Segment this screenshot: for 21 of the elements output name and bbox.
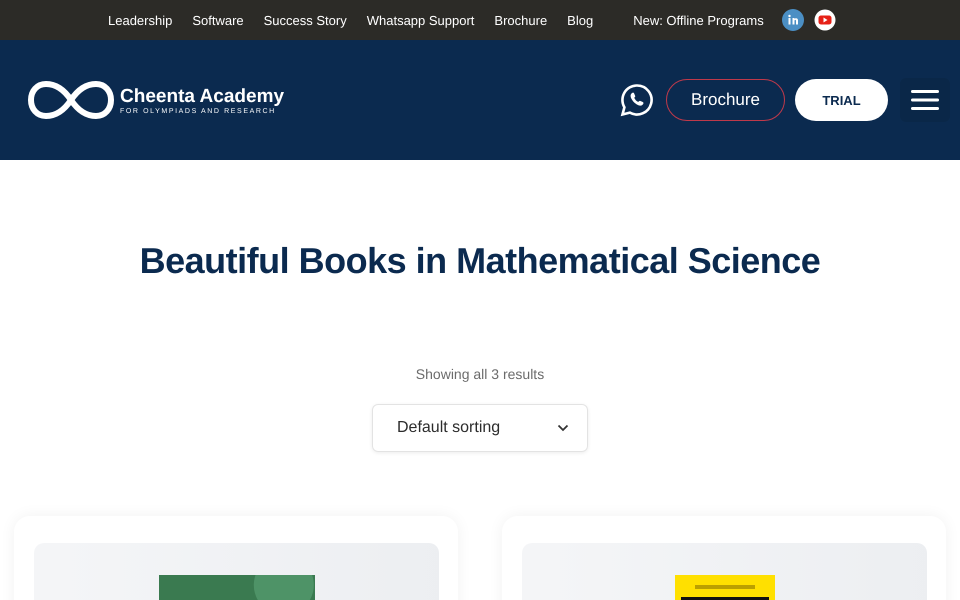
- whatsapp-icon[interactable]: [620, 83, 654, 117]
- top-nav-link[interactable]: Software: [192, 12, 244, 28]
- page-title: Beautiful Books in Mathematical Science: [140, 240, 820, 282]
- result-count: Showing all 3 results: [416, 366, 544, 382]
- sorting-dropdown[interactable]: Default sorting: [372, 404, 588, 452]
- brochure-button[interactable]: Brochure: [666, 79, 785, 121]
- top-nav-link[interactable]: Leadership: [108, 12, 172, 28]
- top-nav-link[interactable]: Blog: [567, 12, 594, 28]
- top-nav-link[interactable]: Success Story: [264, 12, 347, 28]
- chevron-down-icon: [557, 424, 569, 432]
- promo-link[interactable]: New: Offline Programs: [633, 12, 764, 28]
- top-nav-link[interactable]: Whatsapp Support: [366, 12, 474, 28]
- menu-button[interactable]: [900, 78, 950, 122]
- product-card[interactable]: [14, 516, 458, 600]
- brand-name: Cheenta Academy: [120, 86, 284, 108]
- trial-button[interactable]: TRIAL: [795, 79, 888, 121]
- menu-icon: [911, 90, 939, 110]
- top-nav-link[interactable]: Brochure: [494, 12, 548, 28]
- linkedin-icon[interactable]: [782, 9, 804, 31]
- youtube-icon[interactable]: [814, 9, 836, 31]
- infinity-logo-icon: [28, 80, 114, 120]
